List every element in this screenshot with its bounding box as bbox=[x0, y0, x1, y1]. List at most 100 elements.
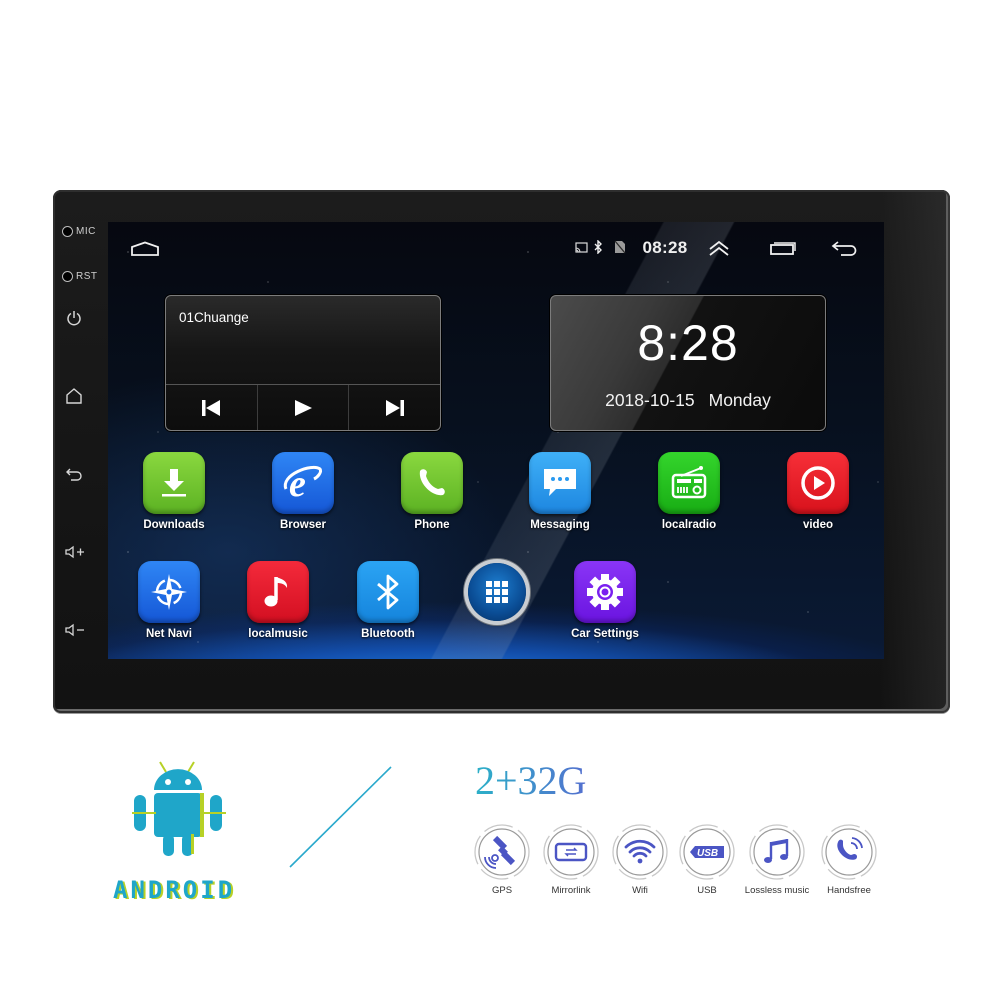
app-net-navi[interactable]: Net Navi bbox=[124, 561, 214, 640]
bluetooth-icon bbox=[594, 240, 602, 254]
all-apps-tile bbox=[468, 563, 526, 621]
feature-label: Mirrorlink bbox=[551, 885, 591, 896]
power-button[interactable] bbox=[63, 307, 85, 329]
message-icon bbox=[544, 469, 576, 496]
app-bluetooth[interactable]: Bluetooth bbox=[343, 561, 433, 640]
cast-status bbox=[574, 240, 588, 254]
expand-up-icon bbox=[709, 240, 729, 256]
feature-usb: USB USB bbox=[667, 823, 747, 896]
phone-icon bbox=[419, 469, 445, 496]
radio-icon bbox=[671, 466, 707, 499]
feature-lossless-music: Lossless music bbox=[737, 823, 817, 896]
app-localradio-tile bbox=[658, 452, 720, 514]
app-video[interactable]: video bbox=[773, 452, 863, 531]
home-icon bbox=[66, 388, 82, 404]
app-bluetooth-tile bbox=[357, 561, 419, 623]
mic-hole: MIC bbox=[62, 226, 96, 237]
back-icon bbox=[66, 468, 82, 481]
clock-time: 8:28 bbox=[637, 315, 739, 371]
volume-up-button[interactable] bbox=[63, 541, 87, 563]
app-messaging-tile bbox=[529, 452, 591, 514]
app-label: video bbox=[802, 519, 834, 531]
app-car-settings[interactable]: Car Settings bbox=[560, 561, 650, 640]
feature-mirrorlink: Mirrorlink bbox=[531, 823, 611, 896]
bluetooth-icon bbox=[377, 574, 399, 610]
volume-down-icon bbox=[65, 623, 84, 637]
app-browser-tile: e bbox=[272, 452, 334, 514]
no-sim-icon bbox=[614, 240, 626, 254]
android-wordmark: ANDROID bbox=[113, 876, 236, 904]
back-hw-button[interactable] bbox=[63, 463, 85, 485]
app-downloads[interactable]: Downloads bbox=[129, 452, 219, 531]
reset-label: RST bbox=[76, 271, 98, 282]
app-localradio[interactable]: localradio bbox=[644, 452, 734, 531]
app-localmusic[interactable]: localmusic bbox=[233, 561, 323, 640]
app-browser[interactable]: e Browser bbox=[258, 452, 348, 531]
app-phone[interactable]: Phone bbox=[387, 452, 477, 531]
feature-handsfree: Handsfree bbox=[809, 823, 889, 896]
android-logo bbox=[130, 760, 230, 865]
app-label: Messaging bbox=[530, 519, 590, 531]
app-label: Bluetooth bbox=[361, 628, 415, 640]
feature-ring bbox=[748, 823, 806, 881]
download-icon bbox=[162, 469, 186, 497]
app-label: Car Settings bbox=[571, 628, 639, 640]
status-time: 08:28 bbox=[642, 238, 688, 257]
previous-button[interactable] bbox=[166, 385, 258, 430]
compass-icon bbox=[151, 574, 187, 610]
gear-icon bbox=[587, 574, 623, 610]
music-note-icon bbox=[749, 824, 805, 880]
previous-icon bbox=[202, 399, 221, 416]
next-button[interactable] bbox=[349, 385, 440, 430]
volume-down-button[interactable] bbox=[63, 619, 87, 641]
feature-ring bbox=[820, 823, 878, 881]
app-car-settings-tile bbox=[574, 561, 636, 623]
feature-ring bbox=[542, 823, 600, 881]
app-localmusic-tile bbox=[247, 561, 309, 623]
svg-text:USB: USB bbox=[697, 848, 718, 859]
feature-ring: USB bbox=[678, 823, 736, 881]
expand-button[interactable] bbox=[706, 239, 732, 257]
app-label: Downloads bbox=[143, 519, 205, 531]
status-bar: 08:28 bbox=[108, 222, 884, 274]
clock-day: Monday bbox=[708, 390, 771, 410]
handsfree-phone-icon bbox=[821, 824, 877, 880]
feature-label: Handsfree bbox=[827, 885, 871, 896]
touch-screen: 08:28 01Chuange 8:28 2018-10-15 Monday D… bbox=[108, 222, 884, 659]
feature-ring bbox=[611, 823, 669, 881]
app-messaging[interactable]: Messaging bbox=[515, 452, 605, 531]
all-apps-button[interactable] bbox=[452, 561, 542, 621]
cast-icon bbox=[574, 241, 588, 253]
feature-label: GPS bbox=[491, 885, 513, 896]
browser-e-icon: e bbox=[283, 463, 322, 503]
usb-icon: USB bbox=[679, 824, 735, 880]
feature-ring bbox=[473, 823, 531, 881]
android-robot-icon bbox=[132, 761, 226, 856]
feature-gps: GPS bbox=[462, 823, 542, 896]
app-net-navi-tile bbox=[138, 561, 200, 623]
feature-label: USB bbox=[697, 885, 717, 896]
reset-hole-icon bbox=[62, 271, 73, 282]
power-icon bbox=[67, 311, 81, 326]
clock-date-line: 2018-10-15 Monday bbox=[551, 390, 825, 411]
recent-apps-button[interactable] bbox=[768, 239, 798, 257]
nav-back-button[interactable] bbox=[830, 239, 860, 257]
app-phone-tile bbox=[401, 452, 463, 514]
volume-up-icon bbox=[65, 545, 84, 559]
home-icon bbox=[131, 241, 159, 256]
feature-label: Lossless music bbox=[744, 885, 810, 896]
play-button[interactable] bbox=[258, 385, 350, 430]
app-label: Phone bbox=[414, 519, 450, 531]
wifi-icon bbox=[612, 824, 668, 880]
back-icon bbox=[831, 241, 857, 256]
home-hw-button[interactable] bbox=[63, 385, 85, 407]
music-controls bbox=[166, 384, 440, 430]
nav-home-button[interactable] bbox=[130, 239, 160, 259]
all-apps-grid-icon bbox=[486, 581, 508, 603]
reset-button[interactable]: RST bbox=[62, 271, 98, 282]
video-play-icon bbox=[801, 466, 835, 500]
memory-spec: 2+32G bbox=[475, 758, 587, 803]
app-label: Browser bbox=[279, 519, 327, 531]
music-widget[interactable]: 01Chuange bbox=[165, 295, 441, 431]
clock-widget[interactable]: 8:28 2018-10-15 Monday bbox=[550, 295, 826, 431]
